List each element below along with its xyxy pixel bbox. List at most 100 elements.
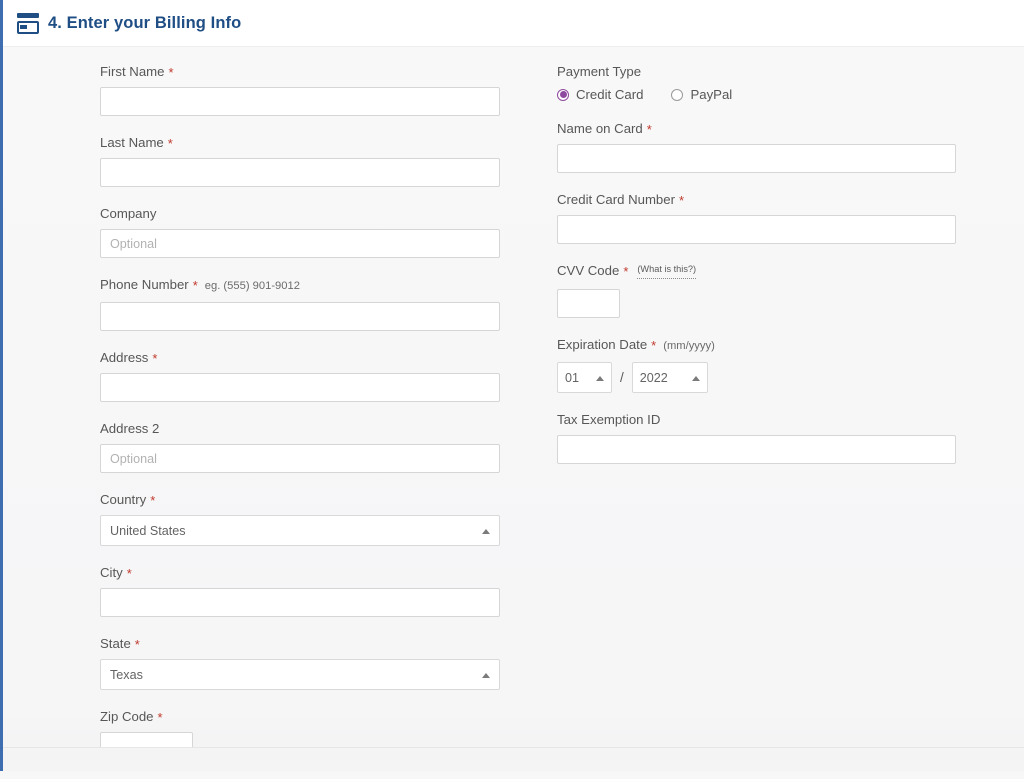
cvv-help-link[interactable]: (What is this?) — [637, 261, 697, 279]
label-address: Address * — [100, 349, 530, 366]
required-asterisk: * — [134, 637, 140, 652]
chevron-up-icon — [482, 528, 490, 534]
required-asterisk: * — [168, 65, 174, 80]
field-city: City * — [100, 564, 530, 635]
label-zip-code-text: Zip Code — [100, 709, 154, 724]
country-selected-value: United States — [110, 523, 186, 538]
required-asterisk: * — [623, 264, 629, 279]
payment-details-column: Payment Type Credit Card PayPal Name on … — [557, 47, 977, 482]
radio-paypal-label: PayPal — [690, 87, 733, 102]
label-expiration-date-text: Expiration Date — [557, 337, 648, 352]
required-asterisk: * — [167, 136, 173, 151]
payment-type-radio-group: Credit Card PayPal — [557, 87, 977, 102]
credit-card-icon — [16, 12, 40, 35]
expiration-month-value: 01 — [565, 370, 580, 385]
label-country-text: Country — [100, 492, 147, 507]
field-first-name: First Name * — [100, 63, 530, 134]
label-zip-code: Zip Code * — [100, 708, 530, 725]
radio-option-paypal[interactable]: PayPal — [671, 87, 732, 102]
label-company: Company — [100, 205, 530, 222]
section-header: 4. Enter your Billing Info — [3, 0, 1024, 47]
last-name-input[interactable] — [100, 158, 500, 187]
label-cvv-code-text: CVV Code — [557, 263, 620, 278]
chevron-up-icon — [691, 375, 700, 381]
cvv-code-input[interactable] — [557, 289, 620, 318]
field-last-name: Last Name * — [100, 134, 530, 205]
label-name-on-card: Name on Card * — [557, 120, 977, 137]
chevron-up-icon — [596, 375, 604, 381]
required-asterisk: * — [679, 193, 685, 208]
expiration-year-select[interactable]: 2022 — [631, 362, 708, 393]
label-first-name-text: First Name — [100, 64, 165, 79]
phone-number-input[interactable] — [100, 302, 500, 331]
footer-strip — [3, 748, 1024, 771]
label-expiration-date: Expiration Date * (mm/yyyy) — [557, 336, 977, 355]
address-input[interactable] — [100, 373, 500, 402]
label-payment-type: Payment Type — [557, 63, 977, 80]
label-city-text: City — [100, 565, 123, 580]
label-last-name: Last Name * — [100, 134, 530, 151]
expiration-month-select[interactable]: 01 — [557, 362, 612, 393]
field-tax-exemption-id: Tax Exemption ID — [557, 411, 977, 482]
field-address: Address * — [100, 349, 530, 420]
label-company-text: Company — [100, 206, 157, 221]
required-asterisk: * — [192, 278, 198, 293]
expiration-format-hint: (mm/yyyy) — [663, 340, 715, 352]
label-tax-exemption-id: Tax Exemption ID — [557, 411, 977, 428]
label-credit-card-number: Credit Card Number * — [557, 191, 977, 208]
radio-credit-card-label: Credit Card — [576, 87, 644, 102]
city-input[interactable] — [100, 588, 500, 617]
phone-format-hint: eg. (555) 901-9012 — [204, 280, 300, 292]
state-selected-value: Texas — [110, 667, 143, 682]
country-select[interactable]: United States — [100, 515, 500, 546]
label-address2-text: Address 2 — [100, 421, 160, 436]
label-address-text: Address — [100, 350, 149, 365]
required-asterisk: * — [152, 351, 158, 366]
first-name-input[interactable] — [100, 87, 500, 116]
chevron-up-icon — [482, 672, 490, 678]
expiration-separator: / — [620, 370, 624, 385]
label-first-name: First Name * — [100, 63, 530, 80]
label-city: City * — [100, 564, 530, 581]
address2-input[interactable] — [100, 444, 500, 473]
label-credit-card-number-text: Credit Card Number — [557, 192, 675, 207]
expiration-date-controls: 01 / 2022 — [557, 362, 977, 393]
field-company: Company — [100, 205, 530, 276]
billing-info-page: 4. Enter your Billing Info First Name * … — [0, 0, 1024, 771]
state-select[interactable]: Texas — [100, 659, 500, 690]
label-name-on-card-text: Name on Card — [557, 121, 643, 136]
label-payment-type-text: Payment Type — [557, 64, 642, 79]
label-tax-exemption-id-text: Tax Exemption ID — [557, 412, 661, 427]
label-cvv-code: CVV Code * (What is this?) — [557, 262, 977, 282]
label-last-name-text: Last Name — [100, 135, 164, 150]
required-asterisk: * — [150, 493, 156, 508]
field-cvv-code: CVV Code * (What is this?) — [557, 262, 977, 336]
field-state: State * Texas — [100, 635, 530, 708]
radio-credit-card-icon[interactable] — [557, 88, 569, 101]
page-title: 4. Enter your Billing Info — [48, 13, 242, 32]
field-credit-card-number: Credit Card Number * — [557, 191, 977, 262]
expiration-year-value: 2022 — [639, 370, 668, 385]
required-asterisk: * — [126, 566, 132, 581]
field-phone-number: Phone Number * eg. (555) 901-9012 — [100, 276, 530, 349]
field-country: Country * United States — [100, 491, 530, 564]
tax-exemption-id-input[interactable] — [557, 435, 956, 464]
required-asterisk: * — [157, 710, 163, 725]
field-expiration-date: Expiration Date * (mm/yyyy) 01 / 2022 — [557, 336, 977, 411]
required-asterisk: * — [651, 338, 657, 353]
credit-card-number-input[interactable] — [557, 215, 956, 244]
name-on-card-input[interactable] — [557, 144, 956, 173]
radio-option-credit-card[interactable]: Credit Card — [557, 87, 643, 102]
company-input[interactable] — [100, 229, 500, 258]
billing-address-column: First Name * Last Name * Company Optiona… — [100, 47, 530, 779]
label-phone-number-text: Phone Number — [100, 277, 189, 292]
field-address2: Address 2 — [100, 420, 530, 491]
field-payment-type: Payment Type Credit Card PayPal — [557, 63, 977, 120]
label-address2: Address 2 — [100, 420, 530, 437]
label-state-text: State — [100, 636, 131, 651]
required-asterisk: * — [646, 122, 652, 137]
radio-paypal-icon[interactable] — [671, 88, 684, 101]
label-state: State * — [100, 635, 530, 652]
label-phone-number: Phone Number * eg. (555) 901-9012 — [100, 276, 530, 295]
label-country: Country * — [100, 491, 530, 508]
